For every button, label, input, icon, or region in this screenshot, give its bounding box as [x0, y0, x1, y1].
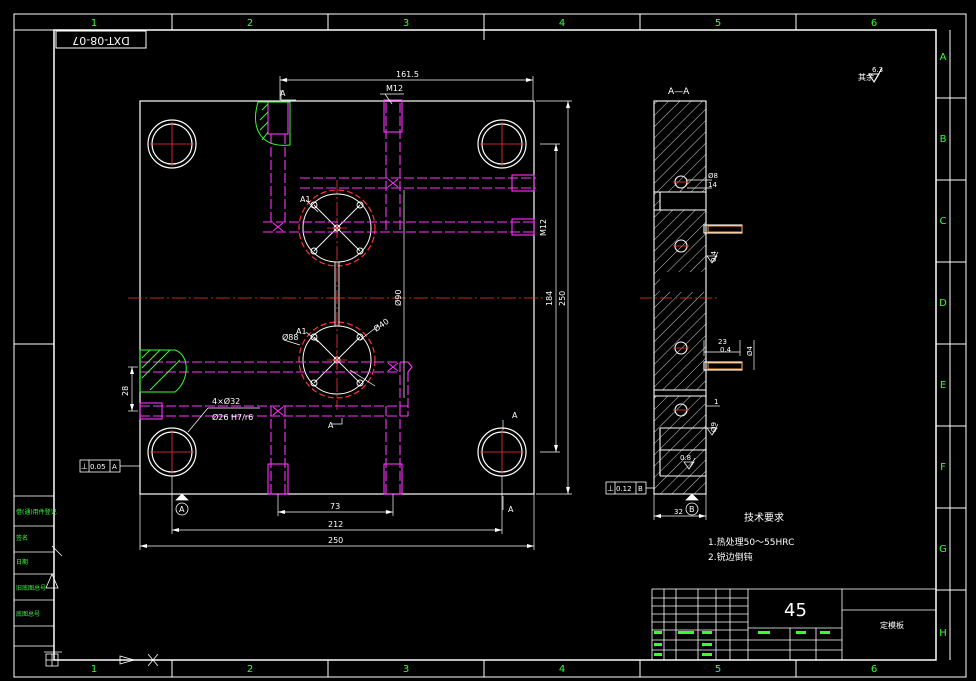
drawing-number: DXT-08-07: [72, 34, 129, 47]
col-label: 4: [559, 664, 565, 675]
section-title: A—A: [668, 87, 690, 97]
notes-title: 技术要求: [744, 511, 784, 524]
cad-drawing: 1 2 3 4 5 6 1 2 3 4 5 6 A B C D E F G H …: [13, 13, 967, 678]
part-name: 定模板: [880, 620, 904, 630]
col-label: 6: [871, 18, 877, 29]
side-dim-d9: Ø9: [710, 422, 718, 432]
col-label: 3: [403, 664, 409, 675]
section-mark-a-center: A: [328, 421, 334, 430]
dim-40: Ø40: [371, 316, 390, 334]
left-table-labels: 借(通)用件登记 旧底图总号 底图总号 签名 日期: [16, 508, 57, 618]
row-label: F: [940, 462, 946, 473]
side-dim-d8: Ø8: [708, 172, 718, 180]
dim-250-h: 250: [328, 536, 343, 545]
left-label: 底图总号: [16, 610, 40, 618]
drawing-number-box: DXT-08-07: [55, 30, 147, 49]
row-label: B: [940, 134, 947, 145]
gtol-value: 0.05: [90, 463, 106, 471]
side-dim-08: 0.8: [680, 454, 691, 462]
note-2: 2.锐边倒钝: [708, 551, 753, 563]
side-view: A—A Ø8 14 0.4 23 0.4 Ø4 1 0.8 32 Ø9 B ⊥ …: [605, 87, 755, 520]
datum-a: A: [175, 502, 189, 516]
dim-m12-top: M12: [386, 84, 403, 93]
col-label: 4: [559, 18, 565, 29]
tol-callout: Ø26 H7/r6: [212, 412, 253, 422]
row-label: A: [940, 52, 947, 63]
dim-28: 28: [121, 386, 130, 396]
dim-73: 73: [330, 502, 340, 511]
col-label: 3: [403, 18, 409, 29]
hole-callout: 4×Ø32: [212, 396, 240, 406]
side-dim-d4: Ø4: [746, 345, 754, 356]
material: 45: [784, 600, 807, 621]
col-label: 1: [91, 18, 97, 29]
roughness-symbol: 其余 6.3: [858, 66, 883, 83]
gtol-frame-a: ⊥ 0.05 A: [79, 459, 140, 473]
label-a1-upper: A1: [300, 195, 311, 204]
section-mark-a-bottom: A: [508, 505, 514, 514]
left-label: 签名: [16, 534, 28, 542]
dim-90: Ø90: [393, 290, 403, 306]
row-label: D: [939, 298, 947, 309]
left-signature-table: [13, 495, 159, 667]
front-view: 161.5 M12 M12 184 250 Ø90 28 4×Ø32 Ø26 H…: [79, 70, 572, 550]
gtol-b-sym: ⊥: [607, 484, 614, 493]
dim-250-v: 250: [558, 291, 567, 306]
col-label: 6: [871, 664, 877, 675]
side-dim-1: 1: [714, 398, 718, 406]
left-label: 旧底图总号: [16, 584, 46, 592]
roughness-value: 6.3: [872, 66, 883, 74]
side-dim-14: 14: [708, 181, 717, 189]
dim-184: 184: [545, 291, 554, 306]
row-label: C: [940, 216, 947, 227]
side-dim-23: 23: [718, 338, 727, 346]
gtol-b-value: 0.12: [616, 485, 632, 493]
row-label: E: [940, 380, 946, 391]
section-mark-a-right: A: [512, 411, 518, 420]
row-label: H: [939, 628, 947, 639]
zone-labels: 1 2 3 4 5 6 1 2 3 4 5 6 A B C D E F G H: [91, 18, 947, 675]
dim-m12-right: M12: [539, 219, 548, 236]
side-dim-04a: 0.4: [710, 250, 718, 262]
cooling-channels: [140, 103, 536, 494]
row-label: G: [939, 544, 947, 555]
datum-b: B: [685, 502, 699, 516]
gtol-datum: A: [112, 463, 117, 471]
gtol-sym: ⊥: [81, 462, 88, 471]
col-label: 2: [247, 664, 253, 675]
technical-notes: 技术要求 1.热处理50～55HRC 2.锐边倒钝: [708, 511, 794, 563]
label-a1-lower: A1: [296, 327, 307, 336]
note-1: 1.热处理50～55HRC: [708, 536, 794, 548]
gtol-frame-b: ⊥ 0.12 B: [605, 481, 654, 495]
col-label: 1: [91, 664, 97, 675]
datum-a-label: A: [179, 505, 185, 514]
left-label: 日期: [16, 558, 28, 566]
col-label: 5: [715, 18, 721, 29]
gtol-b-datum: B: [638, 485, 643, 493]
dim-212: 212: [328, 520, 343, 529]
col-label: 5: [715, 664, 721, 675]
broken-section-left: [139, 349, 187, 393]
datum-b-label: B: [689, 505, 695, 514]
col-label: 2: [247, 18, 253, 29]
dim-161-5: 161.5: [396, 70, 419, 79]
side-dim-04b: 0.4: [720, 346, 732, 354]
drawing-frame: [13, 13, 967, 678]
section-mark-a-top: A: [280, 89, 286, 98]
title-block-text: 45 定模板: [784, 600, 904, 630]
title-block-small-labels: [654, 631, 830, 656]
left-label: 借(通)用件登记: [16, 508, 57, 516]
side-dim-32: 32: [674, 508, 683, 516]
front-dimensions: [128, 76, 572, 550]
